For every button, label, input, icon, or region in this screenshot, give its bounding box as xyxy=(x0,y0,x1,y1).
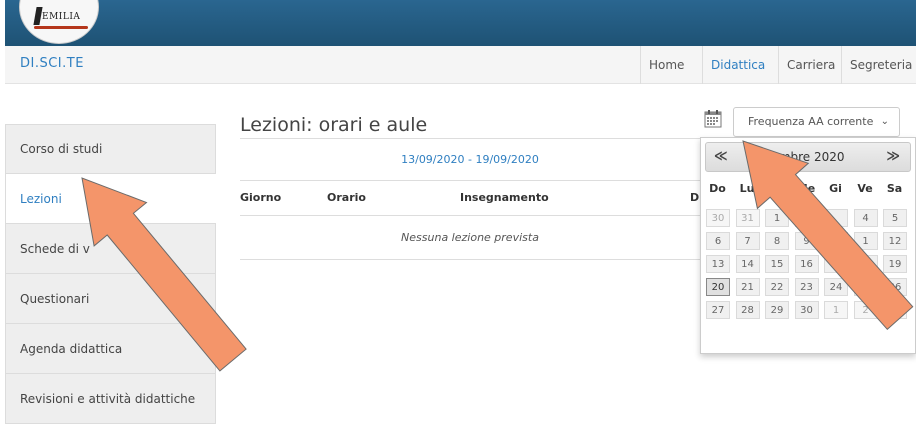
nav-carriera[interactable]: Carriera xyxy=(778,46,843,84)
frequency-select-value: Frequenza AA corrente xyxy=(748,115,874,128)
brand[interactable]: DI.SCI.TE xyxy=(20,56,84,71)
datepicker-title: embre 2020 xyxy=(771,150,845,164)
weekday-label: Sa xyxy=(886,182,903,195)
day-cell[interactable]: 4 xyxy=(853,209,878,227)
nav-didattica[interactable]: Didattica xyxy=(702,46,773,84)
day-cell[interactable] xyxy=(824,209,848,227)
day-cell[interactable]: 24 xyxy=(824,278,848,296)
nav-home[interactable]: Home xyxy=(640,46,692,84)
day-cell[interactable]: 28 xyxy=(735,301,760,319)
day-cell[interactable]: 8 xyxy=(765,232,789,250)
sidebar-item-questionari[interactable]: Questionari xyxy=(5,274,216,324)
day-cell[interactable]: 7 xyxy=(735,232,760,250)
day-cell[interactable]: 30 xyxy=(706,209,730,227)
calendar-button[interactable] xyxy=(703,109,723,129)
day-cell[interactable]: 15 xyxy=(765,255,789,273)
logo-underline xyxy=(34,26,88,29)
sidebar-item-agenda-didattica[interactable]: Agenda didattica xyxy=(5,324,216,374)
sidebar-item-schede[interactable]: Schede di v xyxy=(5,224,216,274)
day-cell[interactable]: 16 xyxy=(794,255,819,273)
sidebar-item-lezioni[interactable]: Lezioni xyxy=(5,174,216,224)
datepicker: ≪ embre 2020 ≫ Do Lu Me Gi Ve Sa 30 31 1 4 5 6 7 8 9 1… xyxy=(700,137,916,354)
day-cell[interactable]: 13 xyxy=(706,255,730,273)
day-cell[interactable]: 5 xyxy=(883,209,907,227)
page-title: Lezioni: orari e aule xyxy=(240,114,428,136)
day-cell[interactable]: 1 xyxy=(824,301,848,319)
day-cell[interactable]: 2 xyxy=(853,301,878,319)
week-range[interactable]: 13/09/2020 - 19/09/2020 xyxy=(240,138,700,180)
day-cell[interactable]: 30 xyxy=(794,301,819,319)
sidebar: Corso di studi Lezioni Schede di v Quest… xyxy=(5,124,216,424)
top-banner: EMILIA xyxy=(0,0,916,46)
calendar-icon xyxy=(704,110,722,128)
day-cell[interactable]: 19 xyxy=(883,255,907,273)
weekday-label: Gi xyxy=(829,182,842,195)
column-header-orario: Orario xyxy=(327,191,366,204)
day-cell[interactable]: 23 xyxy=(794,278,819,296)
day-cell[interactable]: 31 xyxy=(735,209,760,227)
day-cell[interactable]: 26 xyxy=(883,278,907,296)
day-cell[interactable]: 25 xyxy=(853,278,878,296)
empty-message: Nessuna lezione prevista xyxy=(240,215,700,260)
next-month-button[interactable]: ≫ xyxy=(886,149,900,164)
frequency-select[interactable]: Frequenza AA corrente ⌄ xyxy=(733,107,900,137)
day-cell[interactable] xyxy=(824,232,848,250)
day-cell[interactable]: 12 xyxy=(883,232,907,250)
nav-segreteria[interactable]: Segreteria xyxy=(841,46,916,84)
day-cell[interactable]: 6 xyxy=(706,232,730,250)
logo-text: EMILIA xyxy=(42,12,81,22)
day-cell[interactable]: 9 xyxy=(794,232,819,250)
day-cell[interactable]: 22 xyxy=(765,278,789,296)
day-cell[interactable]: 20 xyxy=(706,278,730,296)
column-header-giorno: Giorno xyxy=(240,191,282,204)
day-cell[interactable]: 29 xyxy=(765,301,789,319)
day-cell[interactable]: 1 xyxy=(765,209,789,227)
day-cell[interactable]: 21 xyxy=(735,278,760,296)
day-cell[interactable]: 1 xyxy=(853,232,878,250)
sidebar-item-corso-di-studi[interactable]: Corso di studi xyxy=(5,124,216,174)
weekday-label: Do xyxy=(709,182,726,195)
column-header-d: D xyxy=(690,191,700,204)
datepicker-header: ≪ embre 2020 ≫ xyxy=(705,142,911,172)
day-cell[interactable]: 3 xyxy=(883,301,907,319)
navbar: DI.SCI.TE Home Didattica Carriera Segret… xyxy=(5,46,916,84)
weekday-row: Do Lu Me Gi Ve Sa xyxy=(705,182,915,202)
logo[interactable]: EMILIA xyxy=(19,0,99,44)
chevron-down-icon: ⌄ xyxy=(880,116,889,127)
day-cell[interactable]: 14 xyxy=(735,255,760,273)
column-header-insegnamento: Insegnamento xyxy=(460,191,549,204)
day-cell[interactable] xyxy=(794,209,819,227)
weekday-label: Lu xyxy=(739,182,755,195)
day-cell[interactable]: 27 xyxy=(706,301,730,319)
weekday-label: Me xyxy=(796,182,816,195)
day-cell[interactable] xyxy=(853,255,878,273)
sidebar-item-revisioni[interactable]: Revisioni e attività didattiche xyxy=(5,374,216,424)
day-cell[interactable]: 1 xyxy=(824,255,848,273)
weekday-label: Ve xyxy=(857,182,873,195)
